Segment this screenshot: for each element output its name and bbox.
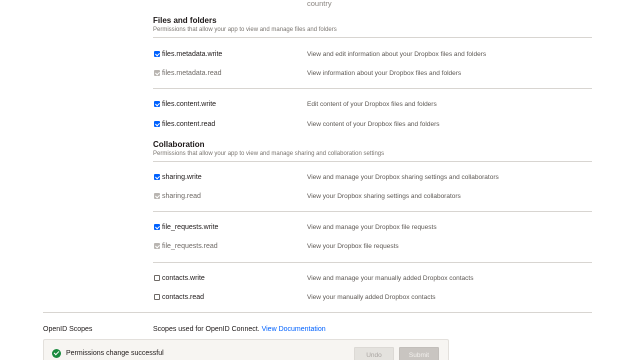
- scope-desc: View content of your Dropbox files and f…: [307, 121, 440, 128]
- scope-desc: View and manage your Dropbox file reques…: [307, 224, 437, 231]
- section-title-files: Files and folders: [153, 16, 217, 25]
- scope-desc: View your manually added Dropbox contact…: [307, 294, 436, 301]
- scope-desc: View information about your Dropbox file…: [307, 70, 462, 77]
- checkbox-sharing-read: [154, 193, 160, 199]
- scope-name: contacts.write: [162, 275, 205, 282]
- scope-name: sharing.write: [162, 174, 202, 181]
- checkbox-files-metadata-read: [154, 70, 160, 76]
- previous-row-fragment: country: [307, 0, 332, 8]
- scope-desc: View and manage your Dropbox sharing set…: [307, 174, 499, 181]
- scope-name: files.content.read: [162, 121, 216, 128]
- check-circle-icon: [52, 349, 61, 358]
- scope-desc: View your Dropbox sharing settings and c…: [307, 193, 461, 200]
- scope-desc: Edit content of your Dropbox files and f…: [307, 101, 437, 108]
- divider: [153, 161, 592, 162]
- openid-scopes-label: OpenID Scopes: [43, 326, 93, 333]
- submit-button[interactable]: Submit: [399, 347, 439, 360]
- checkbox-file-requests-write[interactable]: [154, 224, 160, 230]
- scope-desc: View and manage your manually added Drop…: [307, 275, 474, 282]
- section-title-collaboration: Collaboration: [153, 140, 205, 149]
- scope-name: sharing.read: [162, 193, 201, 200]
- divider: [153, 37, 592, 38]
- section-desc-files: Permissions that allow your app to view …: [153, 27, 337, 33]
- scope-desc: View your Dropbox file requests: [307, 243, 399, 250]
- scope-name: file_requests.write: [162, 224, 219, 231]
- scope-desc: View and edit information about your Dro…: [307, 51, 487, 58]
- openid-text: Scopes used for OpenID Connect.: [153, 326, 260, 333]
- checkbox-file-requests-read: [154, 243, 160, 249]
- undo-button[interactable]: Undo: [354, 347, 394, 360]
- toast-message: Permissions change successful: [66, 350, 164, 357]
- scope-name: file_requests.read: [162, 243, 218, 250]
- divider: [153, 211, 592, 212]
- divider: [153, 262, 592, 263]
- view-documentation-link[interactable]: View Documentation: [262, 326, 326, 333]
- checkbox-contacts-read[interactable]: [154, 294, 160, 300]
- success-toast: Permissions change successful Undo Submi…: [43, 339, 449, 360]
- scope-name: files.metadata.write: [162, 51, 223, 58]
- openid-divider: [43, 312, 592, 313]
- scope-name: files.content.write: [162, 101, 217, 108]
- checkbox-contacts-write[interactable]: [154, 275, 160, 281]
- checkbox-sharing-write[interactable]: [154, 174, 160, 180]
- scope-name: files.metadata.read: [162, 70, 222, 77]
- checkbox-files-content-read[interactable]: [154, 121, 160, 127]
- checkbox-files-content-write[interactable]: [154, 101, 160, 107]
- checkbox-files-metadata-write[interactable]: [154, 51, 160, 57]
- scope-name: contacts.read: [162, 294, 205, 301]
- divider: [153, 88, 592, 89]
- openid-description: Scopes used for OpenID Connect. View Doc…: [153, 326, 326, 333]
- section-desc-collaboration: Permissions that allow your app to view …: [153, 151, 385, 157]
